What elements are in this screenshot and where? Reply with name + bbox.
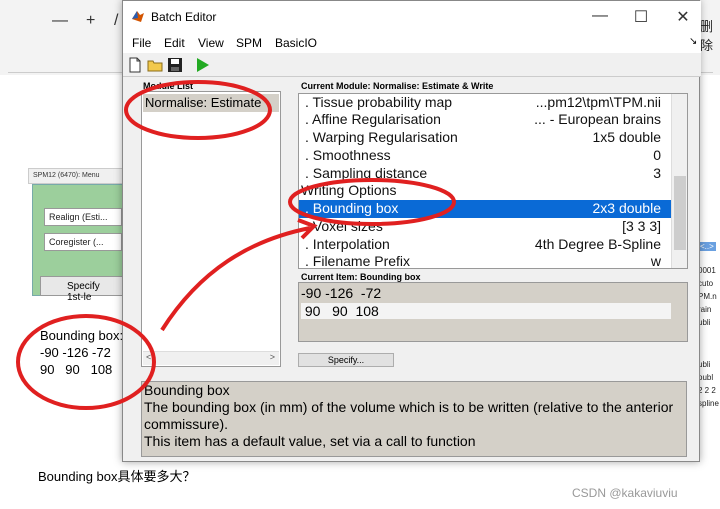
- annotation-circle-bounding-box: [288, 178, 456, 226]
- red-annotation-overlay: [16, 80, 456, 410]
- annotation-circle-note: [16, 314, 156, 410]
- annotation-arrow-curve: [160, 226, 311, 332]
- annotation-circle-module: [124, 80, 272, 140]
